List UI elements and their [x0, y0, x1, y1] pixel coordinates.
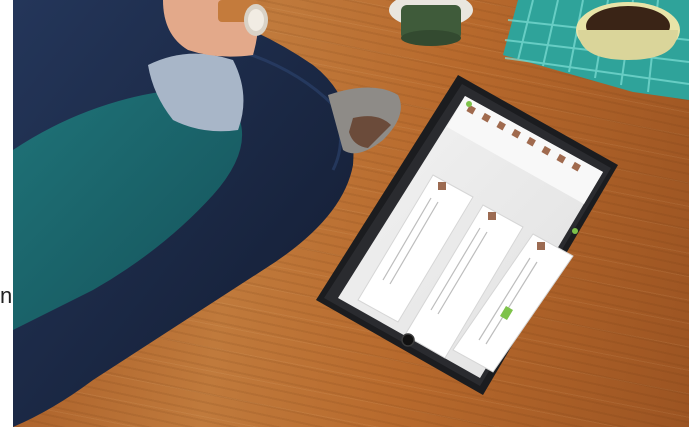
cropped-text-fragment: n [0, 283, 13, 308]
person-seated [13, 0, 401, 427]
scene-illustration [13, 0, 689, 427]
coffee-cup [389, 0, 473, 46]
mug [576, 2, 680, 60]
photo [13, 0, 689, 427]
